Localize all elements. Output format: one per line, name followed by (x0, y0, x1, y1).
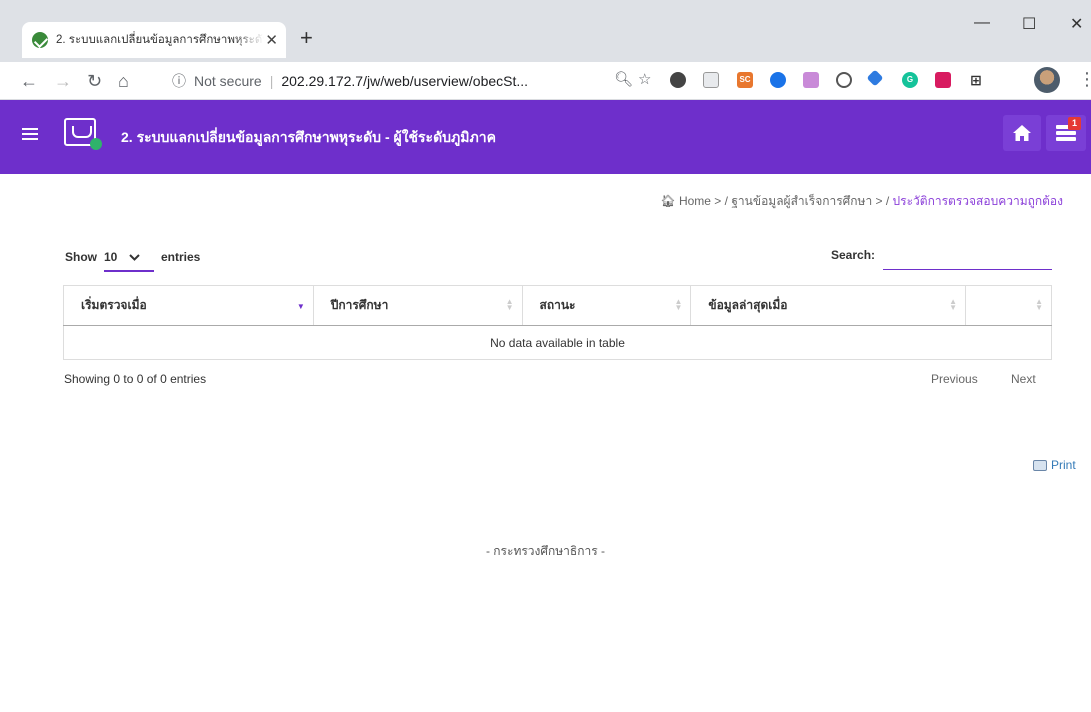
zoom-icon[interactable]: 🔍︎ (614, 70, 633, 88)
page-length-value: 10 (104, 250, 118, 264)
breadcrumb-current: ประวัติการตรวจสอบความถูกต้อง (892, 194, 1063, 208)
printer-icon (1033, 459, 1047, 471)
page-length-select[interactable]: 10 (104, 250, 154, 272)
sort-both-icon: ▲ ▼ (505, 297, 514, 312)
security-label: Not secure (194, 73, 262, 89)
column-header-actions[interactable]: ▲ ▼ (965, 285, 1052, 326)
address-bar[interactable]: ⓘ Not secure | 202.29.172.7/jw/web/userv… (160, 66, 666, 96)
sort-both-icon: ▲ ▼ (674, 297, 683, 312)
sort-desc-icon: ▼ (296, 302, 305, 311)
breadcrumb-home[interactable]: Home (679, 194, 711, 208)
column-header-label: สถานะ (539, 298, 576, 312)
breadcrumb-separator: > / (710, 194, 732, 208)
chevron-down-icon (128, 250, 140, 264)
new-tab-button[interactable]: + (300, 26, 313, 50)
tab-close-icon[interactable]: ✕ (265, 31, 278, 49)
address-separator: | (269, 73, 274, 89)
extension-gauge-icon[interactable] (836, 72, 852, 88)
app-header: 2. ระบบแลกเปลี่ยนข้อมูลการศึกษาพหุระดับ … (0, 100, 1091, 174)
minimize-icon[interactable]: — (974, 14, 990, 32)
window-close-icon[interactable]: ✕ (1070, 14, 1083, 34)
home-icon (1013, 125, 1031, 141)
sort-both-icon: ▲ ▼ (949, 297, 958, 312)
reload-icon[interactable]: ↻ (87, 70, 102, 92)
tab-title: 2. ระบบแลกเปลี่ยนข้อมูลการศึกษาพหุระดับ (56, 34, 264, 46)
extension-sc-icon[interactable]: SC (737, 72, 753, 88)
table-row: No data available in table (63, 325, 1052, 360)
history-table: เริ่มตรวจเมื่อ ▼ ปีการศึกษา ▲ ▼ สถานะ ▲ ▼ … (63, 285, 1052, 360)
extension-pdf-icon[interactable] (803, 72, 819, 88)
info-icon[interactable]: ⓘ (172, 71, 186, 91)
extension-grammarly-icon[interactable]: G (902, 72, 918, 88)
next-page-button[interactable]: Next (1011, 372, 1036, 386)
column-header-start-check[interactable]: เริ่มตรวจเมื่อ ▼ (63, 285, 314, 326)
column-header-last-updated[interactable]: ข้อมูลล่าสุดเมื่อ ▲ ▼ (690, 285, 967, 326)
site-favicon-icon (32, 32, 48, 48)
forward-icon[interactable]: → (54, 70, 72, 92)
column-header-status[interactable]: สถานะ ▲ ▼ (521, 285, 692, 326)
print-label: Print (1051, 458, 1076, 472)
browser-toolbar: ← → ↻ ⌂ ⓘ Not secure | 202.29.172.7/jw/w… (0, 62, 1091, 100)
browser-tab-bar: 2. ระบบแลกเปลี่ยนข้อมูลการศึกษาพหุระดับ … (0, 0, 1091, 62)
extension-grid-icon[interactable]: ⊞ (968, 72, 984, 88)
previous-page-button[interactable]: Previous (931, 372, 978, 386)
search-input[interactable] (883, 248, 1052, 270)
url-text: 202.29.172.7/jw/web/userview/obecSt... (281, 73, 529, 89)
notifications-button[interactable]: 1 (1046, 115, 1086, 151)
maximize-icon[interactable]: ☐ (1022, 14, 1036, 34)
sort-both-icon: ▲ ▼ (1035, 297, 1043, 312)
column-header-label: ปีการศึกษา (330, 298, 389, 312)
hamburger-menu-icon[interactable] (22, 128, 38, 140)
entries-label: entries (161, 250, 201, 264)
breadcrumb-level2[interactable]: ฐานข้อมูลผู้สำเร็จการศึกษา (731, 194, 872, 208)
extension-doc-icon[interactable] (703, 72, 719, 88)
extension-eye-icon[interactable] (670, 72, 686, 88)
search-label: Search: (831, 248, 876, 262)
breadcrumb: 🏠︎ Home > / ฐานข้อมูลผู้สำเร็จการศึกษา >… (660, 192, 1063, 211)
column-header-academic-year[interactable]: ปีการศึกษา ▲ ▼ (312, 285, 523, 326)
browser-tab[interactable]: 2. ระบบแลกเปลี่ยนข้อมูลการศึกษาพหุระดับ … (22, 22, 286, 58)
back-icon[interactable]: ← (20, 70, 38, 92)
empty-table-message: No data available in table (63, 325, 1052, 360)
extension-cap-icon[interactable] (866, 69, 884, 87)
home-nav-icon[interactable]: ⌂ (118, 70, 129, 92)
home-breadcrumb-icon: 🏠︎ (660, 194, 676, 208)
page-length-control: Show 10 entries (65, 246, 201, 272)
app-title: 2. ระบบแลกเปลี่ยนข้อมูลการศึกษาพหุระดับ … (121, 129, 496, 145)
check-badge-icon (90, 138, 102, 150)
show-label: Show (65, 250, 97, 264)
extension-red-icon[interactable] (935, 72, 951, 88)
print-button[interactable]: Print (1033, 458, 1076, 472)
footer: - กระทรวงศึกษาธิการ - (485, 544, 606, 558)
profile-avatar[interactable] (1034, 67, 1060, 93)
extension-blue-icon[interactable] (770, 72, 786, 88)
column-header-label: เริ่มตรวจเมื่อ (81, 298, 147, 312)
table-info: Showing 0 to 0 of 0 entries (64, 372, 207, 386)
browser-menu-icon[interactable]: ⋮ (1078, 69, 1091, 90)
notification-badge: 1 (1068, 117, 1081, 130)
bookmark-star-icon[interactable]: ☆ (638, 70, 651, 88)
table-header-row: เริ่มตรวจเมื่อ ▼ ปีการศึกษา ▲ ▼ สถานะ ▲ ▼ … (63, 285, 1052, 326)
breadcrumb-separator: > / (872, 194, 893, 208)
home-button[interactable] (1003, 115, 1041, 151)
column-header-label: ข้อมูลล่าสุดเมื่อ (708, 298, 788, 312)
